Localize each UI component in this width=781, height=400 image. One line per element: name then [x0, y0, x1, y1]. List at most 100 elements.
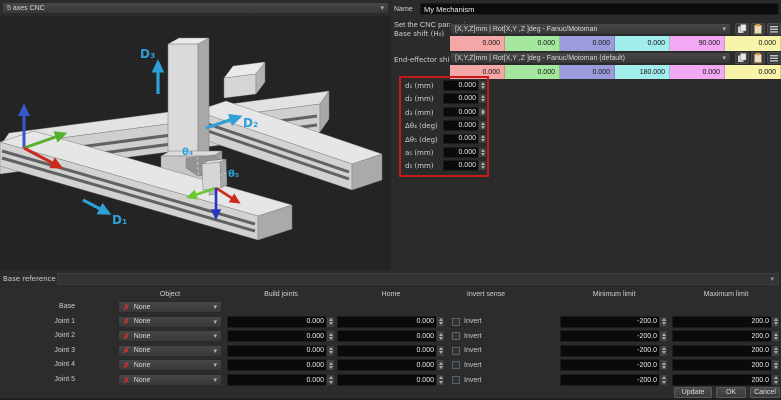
- joint5-build-field[interactable]: 0.000: [227, 374, 335, 386]
- spinner[interactable]: [436, 316, 445, 328]
- spinner[interactable]: [659, 330, 668, 342]
- spinner[interactable]: [436, 359, 445, 371]
- cancel-button[interactable]: Cancel: [750, 387, 780, 398]
- param-a5-field[interactable]: 0.000: [443, 147, 487, 158]
- base-shift-format-select[interactable]: [X,Y,Z]mm | Rot[X,Y ,Z ]deg - Fanuc/Moto…: [450, 23, 731, 35]
- joint3-build-field[interactable]: 0.000: [227, 345, 335, 357]
- base-object-select[interactable]: None: [118, 301, 222, 313]
- spinner[interactable]: [659, 374, 668, 386]
- spinner[interactable]: [478, 93, 487, 104]
- base-shift-menu-button[interactable]: [767, 23, 781, 35]
- spinner[interactable]: [326, 374, 335, 386]
- invert-checkbox[interactable]: [452, 361, 460, 369]
- spinner[interactable]: [771, 374, 780, 386]
- joint2-max-field[interactable]: 200.0: [672, 330, 780, 342]
- base-shift-ry-cell[interactable]: 90.000: [670, 36, 725, 51]
- spinner[interactable]: [326, 345, 335, 357]
- base-shift-copy-button[interactable]: [735, 23, 749, 35]
- joint1-build-field[interactable]: 0.000: [227, 316, 335, 328]
- kinematic-parameters: d₁ (mm) 0.000 d₂ (mm) 0.000 d₃ (mm) 0.00…: [405, 80, 483, 175]
- none-x-icon: [123, 317, 130, 326]
- joint5-object-select[interactable]: None: [118, 374, 222, 386]
- base-shift-rx-cell[interactable]: 0.000: [615, 36, 670, 51]
- joint4-build-field[interactable]: 0.000: [227, 359, 335, 371]
- spinner[interactable]: [326, 330, 335, 342]
- invert-checkbox[interactable]: [452, 347, 460, 355]
- param-dtheta4-field[interactable]: 0.000: [443, 120, 487, 131]
- joint1-home-field[interactable]: 0.000: [337, 316, 445, 328]
- param-dtheta5-field[interactable]: 0.000: [443, 134, 487, 145]
- row-label: Joint 2: [0, 332, 75, 339]
- end-effector-format-select[interactable]: [X,Y,Z]mm | Rot[X,Y ,Z ]deg - Fanuc/Moto…: [450, 52, 731, 64]
- theta4-label: θ₄: [182, 147, 193, 158]
- base-reference-select[interactable]: [57, 273, 779, 285]
- param-d3-field[interactable]: 0.000: [443, 107, 487, 118]
- base-shift-rz-cell[interactable]: 0.000: [725, 36, 781, 51]
- spinner[interactable]: [478, 107, 487, 118]
- spinner[interactable]: [478, 80, 487, 91]
- joint2-object-select[interactable]: None: [118, 330, 222, 342]
- spinner[interactable]: [771, 316, 780, 328]
- ee-shift-rz-cell[interactable]: 0.000: [725, 65, 781, 79]
- base-shift-paste-button[interactable]: [751, 23, 765, 35]
- spinner[interactable]: [436, 345, 445, 357]
- spinner[interactable]: [659, 316, 668, 328]
- joint3-home-field[interactable]: 0.000: [337, 345, 445, 357]
- spinner[interactable]: [478, 147, 487, 158]
- invert-checkbox[interactable]: [452, 318, 460, 326]
- base-shift-z-cell[interactable]: 0.000: [560, 36, 615, 51]
- ee-shift-rx-cell[interactable]: 180.000: [615, 65, 670, 79]
- none-x-icon: [123, 376, 130, 385]
- joint5-max-field[interactable]: 200.0: [672, 374, 780, 386]
- spinner[interactable]: [478, 120, 487, 131]
- joint4-object-select[interactable]: None: [118, 359, 222, 371]
- ee-shift-y-cell[interactable]: 0.000: [505, 65, 560, 79]
- none-x-icon: [123, 303, 130, 312]
- param-d5-field[interactable]: 0.000: [443, 160, 487, 171]
- joint1-min-field[interactable]: -200.0: [560, 316, 668, 328]
- spinner[interactable]: [436, 374, 445, 386]
- joint2-home-field[interactable]: 0.000: [337, 330, 445, 342]
- joint3-object-select[interactable]: None: [118, 345, 222, 357]
- ok-button[interactable]: OK: [716, 387, 746, 398]
- spinner[interactable]: [659, 345, 668, 357]
- invert-checkbox[interactable]: [452, 332, 460, 340]
- param-d1-field[interactable]: 0.000: [443, 80, 487, 91]
- param-d1-label: d₁ (mm): [405, 82, 434, 90]
- theta5-label: θ₅: [228, 169, 239, 180]
- param-d2-field[interactable]: 0.000: [443, 93, 487, 104]
- end-effector-copy-button[interactable]: [735, 52, 749, 64]
- joint4-min-field[interactable]: -200.0: [560, 359, 668, 371]
- joint2-build-field[interactable]: 0.000: [227, 330, 335, 342]
- base-shift-y-cell[interactable]: 0.000: [505, 36, 560, 51]
- spinner[interactable]: [478, 134, 487, 145]
- name-input[interactable]: My Mechanism: [420, 3, 779, 15]
- joint4-home-field[interactable]: 0.000: [337, 359, 445, 371]
- mechanism-type-select[interactable]: 5 axes CNC: [2, 2, 389, 14]
- joint5-home-field[interactable]: 0.000: [337, 374, 445, 386]
- end-effector-menu-button[interactable]: [767, 52, 781, 64]
- ee-shift-z-cell[interactable]: 0.000: [560, 65, 615, 79]
- spinner[interactable]: [326, 316, 335, 328]
- joint3-min-field[interactable]: -200.0: [560, 345, 668, 357]
- joint1-object-select[interactable]: None: [118, 316, 222, 328]
- 3d-viewport[interactable]: D₁ D₂ D₃ θ₄ θ₅: [0, 16, 391, 270]
- spinner[interactable]: [436, 330, 445, 342]
- invert-checkbox[interactable]: [452, 376, 460, 384]
- joint2-min-field[interactable]: -200.0: [560, 330, 668, 342]
- spinner[interactable]: [771, 359, 780, 371]
- spinner[interactable]: [326, 359, 335, 371]
- end-effector-paste-button[interactable]: [751, 52, 765, 64]
- spinner[interactable]: [478, 160, 487, 171]
- ee-shift-ry-cell[interactable]: 0.000: [670, 65, 725, 79]
- spinner[interactable]: [771, 345, 780, 357]
- joint4-max-field[interactable]: 200.0: [672, 359, 780, 371]
- joint5-min-field[interactable]: -200.0: [560, 374, 668, 386]
- spinner[interactable]: [659, 359, 668, 371]
- joint1-max-field[interactable]: 200.0: [672, 316, 780, 328]
- joint3-max-field[interactable]: 200.0: [672, 345, 780, 357]
- spinner[interactable]: [771, 330, 780, 342]
- update-button[interactable]: Update: [674, 387, 712, 398]
- base-shift-x-cell[interactable]: 0.000: [450, 36, 505, 51]
- d1-label: D₁: [112, 213, 127, 227]
